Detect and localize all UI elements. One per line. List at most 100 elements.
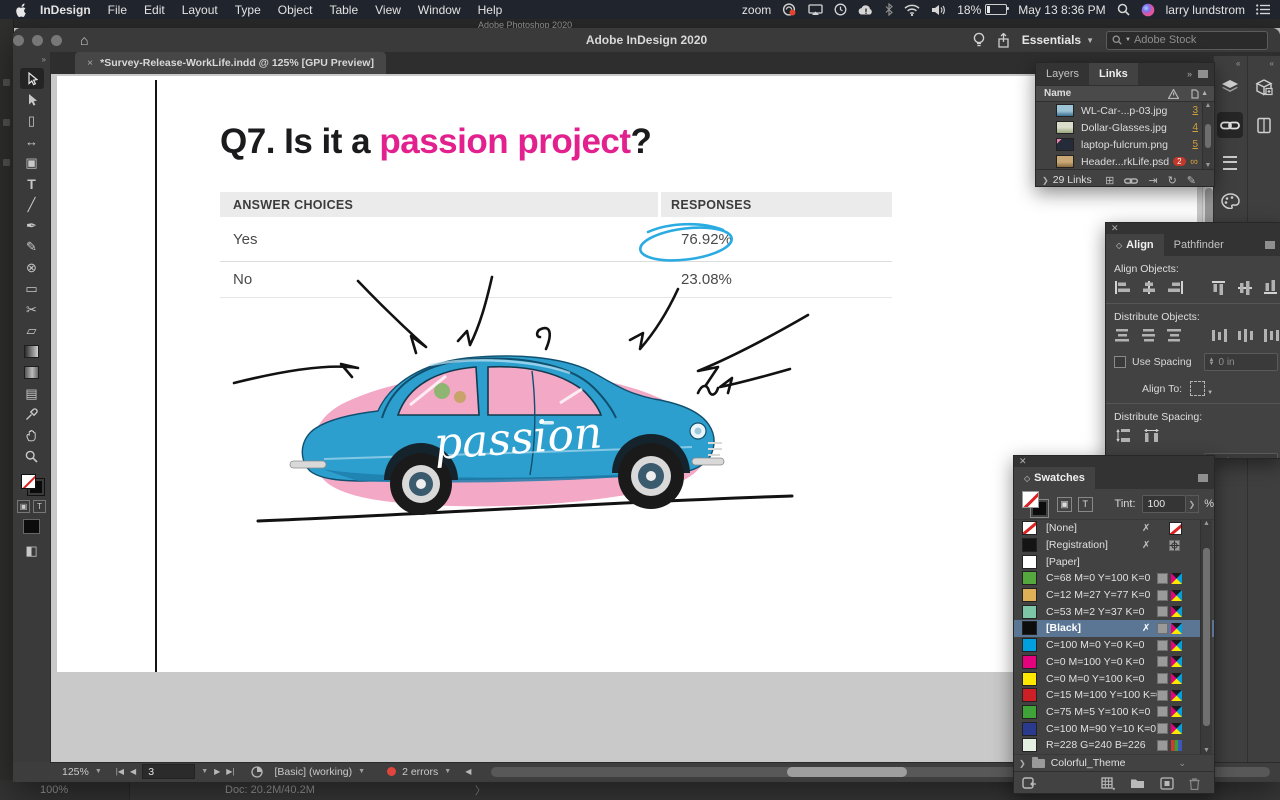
fill-color-box[interactable] xyxy=(21,474,36,489)
volume-icon[interactable] xyxy=(931,4,946,16)
content-collector-tool[interactable]: ▣ xyxy=(20,152,44,173)
tab-pathfinder[interactable]: Pathfinder xyxy=(1164,234,1234,256)
links-scrollbar-thumb[interactable] xyxy=(1205,124,1211,148)
adobe-stock-search[interactable]: ▼ Adobe Stock xyxy=(1106,31,1268,50)
distribute-horizontal-space-button[interactable] xyxy=(1142,427,1162,444)
link-page-number[interactable]: 4 xyxy=(1192,122,1198,133)
collapse-dock-icon[interactable]: « xyxy=(1270,59,1280,68)
zoom-traffic-light[interactable] xyxy=(51,35,62,46)
wifi-icon[interactable] xyxy=(904,4,920,16)
link-item[interactable]: laptop-fulcrum.png 5 xyxy=(1036,136,1214,153)
battery-indicator[interactable]: 18% xyxy=(957,3,1007,17)
page-tool[interactable]: ▯ xyxy=(20,110,44,131)
view-mode-button[interactable]: ◧ xyxy=(20,540,44,561)
close-traffic-light[interactable] xyxy=(13,35,24,46)
menu-object[interactable]: Object xyxy=(278,3,313,17)
spotlight-icon[interactable] xyxy=(1117,3,1130,16)
formatting-affects-text-button[interactable]: T xyxy=(1078,497,1093,512)
display-mirroring-icon[interactable] xyxy=(808,4,823,16)
apple-icon[interactable] xyxy=(14,3,26,17)
home-icon[interactable]: ⌂ xyxy=(80,32,88,48)
distribute-bottom-button[interactable] xyxy=(1166,327,1184,344)
swatch-row[interactable]: C=68 M=0 Y=100 K=0 xyxy=(1014,570,1214,587)
swatch-row-selected[interactable]: [Black] ✗ xyxy=(1014,620,1214,637)
menu-help[interactable]: Help xyxy=(478,3,503,17)
swatch-row[interactable]: C=75 M=5 Y=100 K=0 xyxy=(1014,704,1214,721)
swatch-row[interactable]: R=228 G=240 B=226 xyxy=(1014,737,1214,754)
car-illustration[interactable]: passion xyxy=(230,273,815,538)
siri-icon[interactable] xyxy=(1141,3,1155,17)
close-tab-icon[interactable]: × xyxy=(87,57,93,69)
ps-status-arrow[interactable]: 〉 xyxy=(475,782,486,798)
eyedropper-tool[interactable] xyxy=(20,404,44,425)
name-column-label[interactable]: Name xyxy=(1044,88,1071,99)
time-machine-icon[interactable] xyxy=(834,3,847,16)
expand-group-icon[interactable]: ❯ xyxy=(1019,759,1026,768)
update-link-icon[interactable]: ↻ xyxy=(1168,174,1177,187)
zoom-menu-label[interactable]: zoom xyxy=(742,3,771,17)
fill-stroke-widget[interactable] xyxy=(20,473,44,495)
page-dropdown-icon[interactable]: ▼ xyxy=(201,768,208,775)
show-swatch-kinds-icon[interactable] xyxy=(1022,777,1037,791)
swatch-row[interactable]: C=15 M=100 Y=100 K=0 xyxy=(1014,687,1214,704)
ps-zoom-level[interactable]: 100% xyxy=(0,780,130,800)
user-name[interactable]: larry lundstrom xyxy=(1166,3,1245,17)
tint-value-field[interactable]: 100 xyxy=(1142,495,1186,513)
menu-layout[interactable]: Layout xyxy=(182,3,218,17)
swatch-row[interactable]: C=12 M=27 Y=77 K=0 xyxy=(1014,587,1214,604)
ellipse-frame-tool[interactable]: ⊗ xyxy=(20,257,44,278)
scroll-left-icon[interactable]: ◀ xyxy=(465,767,471,776)
distribute-vertical-space-button[interactable] xyxy=(1114,427,1134,444)
panel-menu-icon[interactable] xyxy=(1265,241,1275,249)
delete-swatch-icon[interactable] xyxy=(1189,777,1200,790)
swatch-row[interactable]: [Registration] ✗ xyxy=(1014,537,1214,554)
fill-color-box[interactable] xyxy=(1022,491,1039,508)
minimize-traffic-light[interactable] xyxy=(32,35,43,46)
rectangle-tool[interactable]: ▭ xyxy=(20,278,44,299)
link-page-number[interactable]: 3 xyxy=(1192,105,1198,116)
swatches-scrollbar[interactable]: ▲ ▼ xyxy=(1200,520,1212,754)
align-top-button[interactable] xyxy=(1211,279,1229,296)
workspace-switcher[interactable]: Essentials ▼ xyxy=(1022,33,1094,47)
cc-libraries-panel-icon[interactable] xyxy=(1251,74,1277,100)
free-transform-tool[interactable]: ▱ xyxy=(20,320,44,341)
menu-file[interactable]: File xyxy=(108,3,127,17)
swatches-scrollbar-thumb[interactable] xyxy=(1203,548,1210,726)
new-swatch-icon[interactable] xyxy=(1160,777,1174,790)
zoom-dropdown-icon[interactable]: ▼ xyxy=(95,768,102,775)
scroll-up-icon[interactable]: ▲ xyxy=(1205,102,1212,109)
go-to-link-icon[interactable]: ⇥ xyxy=(1148,174,1157,187)
formatting-affects-text-button[interactable]: T xyxy=(33,500,46,513)
swatch-row[interactable]: C=100 M=90 Y=10 K=0 xyxy=(1014,720,1214,737)
scroll-down-icon[interactable]: ▼ xyxy=(1205,162,1212,169)
tab-swatches[interactable]: ◇ Swatches xyxy=(1014,467,1095,489)
stroke-panel-icon[interactable] xyxy=(1217,150,1243,176)
new-color-group-icon[interactable] xyxy=(1130,777,1145,790)
distribute-left-button[interactable] xyxy=(1211,327,1229,344)
scroll-up-icon[interactable]: ▲ xyxy=(1203,520,1210,527)
swatch-row[interactable]: C=100 M=0 Y=0 K=0 xyxy=(1014,637,1214,654)
swatch-row[interactable]: [Paper] xyxy=(1014,553,1214,570)
zoom-tool[interactable] xyxy=(20,446,44,467)
pages-panel-icon[interactable] xyxy=(1251,112,1277,138)
errors-dropdown-icon[interactable]: ▼ xyxy=(444,768,451,775)
distribute-horizontal-center-button[interactable] xyxy=(1237,327,1255,344)
cloud-sync-icon[interactable] xyxy=(858,4,874,16)
collapse-dock-icon[interactable]: « xyxy=(1236,59,1246,68)
chevron-down-icon[interactable]: ⌄ xyxy=(1178,758,1186,769)
pen-tool[interactable]: ✒ xyxy=(20,215,44,236)
formatting-affects-container-button[interactable]: ▣ xyxy=(1057,497,1072,512)
expand-info-icon[interactable]: ❯ xyxy=(1042,176,1049,185)
previous-page-button[interactable]: ◀ xyxy=(130,767,136,776)
line-tool[interactable]: ╱ xyxy=(20,194,44,215)
panel-expand-icon[interactable]: » xyxy=(1187,69,1192,79)
distribute-top-button[interactable] xyxy=(1114,327,1132,344)
align-to-dropdown[interactable]: ▼ xyxy=(1190,381,1213,396)
last-page-button[interactable]: ▶| xyxy=(226,767,234,776)
bluetooth-icon[interactable] xyxy=(885,3,893,16)
share-icon[interactable] xyxy=(997,33,1010,48)
formatting-affects-container-button[interactable]: ▣ xyxy=(17,500,30,513)
swatch-row[interactable]: C=0 M=100 Y=0 K=0 xyxy=(1014,654,1214,671)
next-page-button[interactable]: ▶ xyxy=(214,767,220,776)
distribute-right-button[interactable] xyxy=(1263,327,1280,344)
